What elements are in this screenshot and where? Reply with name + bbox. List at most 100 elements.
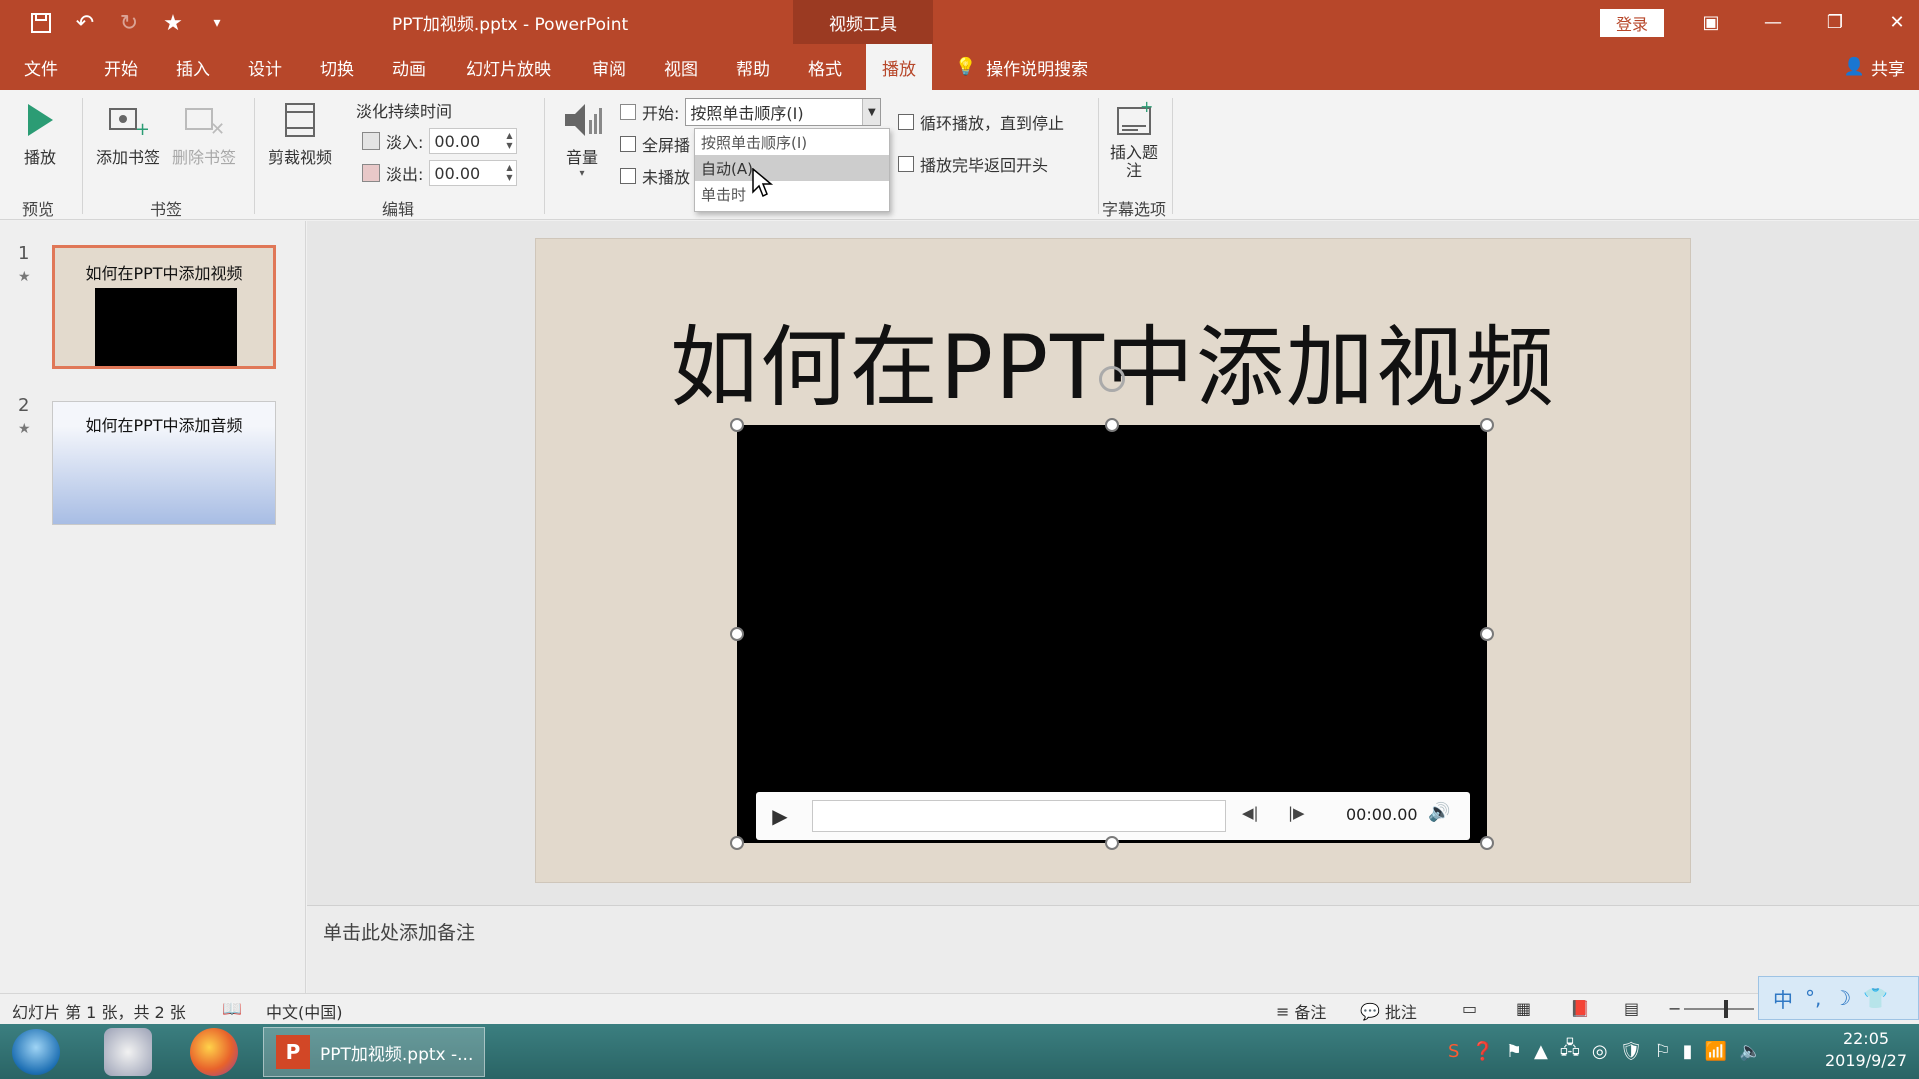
redo-icon[interactable]: ↻ xyxy=(114,8,144,38)
volume-button[interactable]: 音量 ▾ xyxy=(560,98,604,179)
action-center-icon[interactable]: ⚐ xyxy=(1655,1041,1671,1062)
undo-icon[interactable]: ↶ xyxy=(70,8,100,38)
tab-view[interactable]: 视图 xyxy=(658,44,704,90)
notes-pane[interactable]: 单击此处添加备注 xyxy=(307,905,1919,993)
ime-toolbar[interactable]: 中 °, ☽ 👕 xyxy=(1758,976,1919,1020)
tab-review[interactable]: 审阅 xyxy=(586,44,632,90)
spinner-arrows-icon[interactable]: ▲ ▼ xyxy=(502,163,516,183)
resize-handle[interactable] xyxy=(1480,627,1494,641)
rewind-checkbox[interactable] xyxy=(898,156,914,172)
slideshow-view-icon[interactable]: ▤ xyxy=(1624,999,1639,1018)
tab-slideshow[interactable]: 幻灯片放映 xyxy=(460,44,557,90)
hide-not-playing-option[interactable]: 未播放 xyxy=(620,164,690,188)
add-bookmark-button[interactable]: + 添加书签 xyxy=(96,98,160,168)
loop-option[interactable]: 循环播放，直到停止 xyxy=(898,110,1064,134)
close-icon[interactable]: ✕ xyxy=(1866,6,1919,38)
slide-thumbnail-2[interactable]: 如何在PPT中添加音频 xyxy=(52,401,276,525)
zoom-slider[interactable] xyxy=(1684,1008,1754,1010)
video-object[interactable] xyxy=(737,425,1487,843)
zoom-slider-thumb[interactable] xyxy=(1724,1000,1728,1018)
speaker-icon[interactable]: 🔈 xyxy=(1739,1041,1761,1062)
slide-sorter-icon[interactable]: ▦ xyxy=(1516,999,1531,1018)
reading-view-icon[interactable]: 📕 xyxy=(1570,999,1590,1018)
fade-out-spinner[interactable]: 00.00 ▲ ▼ xyxy=(429,160,518,186)
hide-not-playing-checkbox[interactable] xyxy=(620,168,636,184)
firefox-icon[interactable] xyxy=(190,1028,238,1076)
security-shield-icon[interactable]: 🛡 xyxy=(1620,1041,1643,1062)
chevron-down-icon[interactable]: ▼ xyxy=(862,99,881,125)
slide-thumbnail-1[interactable]: 如何在PPT中添加视频 xyxy=(52,245,276,369)
resize-handle[interactable] xyxy=(1480,836,1494,850)
comments-toggle-button[interactable]: 💬 批注 xyxy=(1360,999,1417,1023)
zoom-out-icon[interactable]: − xyxy=(1668,999,1681,1018)
notes-toggle-button[interactable]: ≡ 备注 xyxy=(1276,999,1326,1023)
ime-punctuation-icon[interactable]: °, xyxy=(1805,986,1821,1010)
tab-help[interactable]: 帮助 xyxy=(730,44,776,90)
start-dropdown[interactable]: 按照单击顺序(I) ▼ xyxy=(685,98,882,126)
sogou-icon[interactable]: S xyxy=(1448,1041,1459,1062)
step-back-icon[interactable]: ◀| xyxy=(1242,804,1259,822)
tab-format[interactable]: 格式 xyxy=(802,44,848,90)
signal-icon[interactable]: 📶 xyxy=(1705,1041,1727,1062)
tab-insert[interactable]: 插入 xyxy=(170,44,216,90)
system-clock[interactable]: 22:05 2019/9/27 xyxy=(1820,1028,1912,1072)
start-option-when-clicked[interactable]: 单击时 xyxy=(695,181,889,207)
resize-handle[interactable] xyxy=(730,627,744,641)
login-button[interactable]: 登录 xyxy=(1600,9,1664,37)
step-forward-icon[interactable]: |▶ xyxy=(1288,804,1305,822)
slide-thumbnail-pane: 1 ★ 如何在PPT中添加视频 2 ★ 如何在PPT中添加音频 xyxy=(0,221,306,993)
star-icon[interactable]: ★ xyxy=(158,8,188,38)
trim-video-button[interactable]: 剪裁视频 xyxy=(268,98,332,168)
help-icon[interactable]: ❓ xyxy=(1471,1041,1493,1062)
fade-out-label: 淡出: xyxy=(386,165,424,184)
notes-placeholder: 单击此处添加备注 xyxy=(323,922,476,944)
fullscreen-checkbox[interactable] xyxy=(620,136,636,152)
video-play-icon[interactable]: ▶ xyxy=(766,802,794,830)
tab-design[interactable]: 设计 xyxy=(242,44,288,90)
tell-me-search[interactable]: 💡 操作说明搜索 xyxy=(955,44,1088,90)
spell-check-icon[interactable]: 📖 xyxy=(222,999,242,1018)
language-indicator[interactable]: 中文(中国) xyxy=(266,999,343,1023)
resize-handle[interactable] xyxy=(1480,418,1494,432)
rotate-handle-icon[interactable] xyxy=(1099,366,1125,392)
windows-start-icon[interactable] xyxy=(12,1029,60,1075)
start-option-on-click-sequence[interactable]: 按照单击顺序(I) xyxy=(695,129,889,155)
start-option-automatically[interactable]: 自动(A) xyxy=(695,155,889,181)
minimize-icon[interactable]: — xyxy=(1742,6,1804,38)
ime-moon-icon[interactable]: ☽ xyxy=(1833,986,1851,1010)
save-icon[interactable] xyxy=(26,8,56,38)
remove-bookmark-button[interactable]: ✕ 删除书签 xyxy=(172,98,236,168)
share-button[interactable]: 👤 共享 xyxy=(1844,44,1905,90)
resize-handle[interactable] xyxy=(730,418,744,432)
customize-qat-icon[interactable]: ▾ xyxy=(202,8,232,38)
taskbar-powerpoint-window[interactable]: P PPT加视频.pptx -... xyxy=(263,1027,485,1077)
play-preview-button[interactable]: 播放 xyxy=(18,98,62,168)
flag-icon[interactable]: ⚑ xyxy=(1506,1041,1522,1062)
spinner-arrows-icon[interactable]: ▲ ▼ xyxy=(502,131,516,151)
tab-playback[interactable]: 播放 xyxy=(866,44,932,90)
battery-icon[interactable]: ▮ xyxy=(1683,1041,1693,1062)
ribbon-display-options-icon[interactable]: ▣ xyxy=(1680,6,1742,38)
slide-title[interactable]: 如何在PPT中添加视频 xyxy=(536,297,1690,424)
tab-transitions[interactable]: 切换 xyxy=(314,44,360,90)
tab-file[interactable]: 文件 xyxy=(18,44,64,90)
normal-view-icon[interactable]: ▭ xyxy=(1462,999,1477,1018)
resize-handle[interactable] xyxy=(730,836,744,850)
resize-handle[interactable] xyxy=(1105,418,1119,432)
show-hidden-icons-icon[interactable]: ▲ xyxy=(1534,1041,1548,1062)
tab-animations[interactable]: 动画 xyxy=(386,44,432,90)
tab-home[interactable]: 开始 xyxy=(98,44,144,90)
insert-caption-button[interactable]: + 插入题 注 xyxy=(1110,98,1158,180)
video-seek-bar[interactable] xyxy=(812,800,1226,832)
rewind-option[interactable]: 播放完毕返回开头 xyxy=(898,152,1048,176)
network-tray-icon[interactable]: 🖧 xyxy=(1560,1036,1580,1066)
loop-checkbox[interactable] xyxy=(898,114,914,130)
fullscreen-option[interactable]: 全屏播 xyxy=(620,132,690,156)
fade-in-spinner[interactable]: 00.00 ▲ ▼ xyxy=(429,128,518,154)
sync-icon[interactable]: ◎ xyxy=(1592,1041,1608,1062)
ime-skin-icon[interactable]: 👕 xyxy=(1863,986,1888,1010)
video-volume-icon[interactable]: 🔊 xyxy=(1428,802,1450,823)
restore-icon[interactable]: ❐ xyxy=(1804,6,1866,38)
resize-handle[interactable] xyxy=(1105,836,1119,850)
paint-app-icon[interactable] xyxy=(104,1028,152,1076)
